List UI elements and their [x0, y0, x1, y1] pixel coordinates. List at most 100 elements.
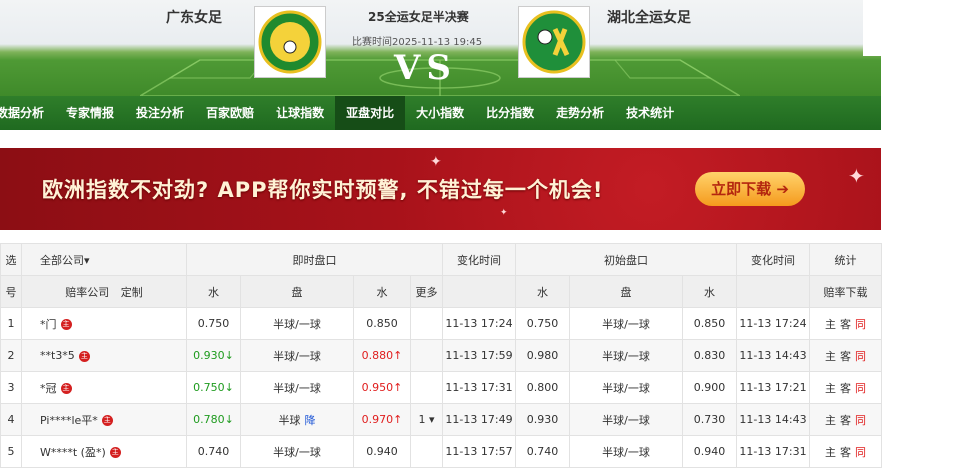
handicap-value: 半球 — [278, 413, 301, 427]
stat-home-link[interactable]: 主 — [825, 318, 836, 331]
live-away-water: 0.850 — [353, 307, 411, 340]
asian-odds-table: 选 全部公司▾ 即时盘口 变化时间 初始盘口 变化时间 统计 号 赔率公司 定制… — [0, 243, 882, 468]
live-handicap: 半球/一球 — [240, 435, 354, 468]
analysis-nav: 数据分析 专家情报 投注分析 百家欧赔 让球指数 亚盘对比 大小指数 比分指数 … — [0, 96, 881, 130]
stats-links: 主客同 — [809, 307, 882, 340]
initial-handicap: 半球/一球 — [569, 307, 683, 340]
stats-links: 主客同 — [809, 403, 882, 436]
stat-same-link[interactable]: 同 — [855, 446, 866, 459]
match-header: 广东女足 25全运女足半决赛 比赛时间2025-11-13 19:45 VS 湖… — [0, 0, 881, 96]
nav-over-under[interactable]: 大小指数 — [405, 96, 475, 130]
handicap-header: 盘 — [569, 275, 683, 308]
nav-euro-odds[interactable]: 百家欧赔 — [195, 96, 265, 130]
more-dropdown — [410, 307, 443, 340]
change-time-2: 11-13 14:43 — [736, 403, 810, 436]
stats-links: 主客同 — [809, 339, 882, 372]
away-team-name[interactable]: 湖北全运女足 — [607, 7, 691, 27]
stats-header: 统计 — [809, 243, 882, 276]
initial-away-water: 0.900 — [682, 371, 737, 404]
initial-home-water: 0.980 — [515, 339, 570, 372]
change-time-header-2: 变化时间 — [736, 243, 810, 276]
more-dropdown — [410, 435, 443, 468]
app-promo-banner[interactable]: ✦ ✦ ✦ 欧洲指数不对劲? APP帮你实时预警, 不错过每一个机会! 立即下载… — [0, 148, 881, 230]
live-handicap: 半球/一球 — [240, 339, 354, 372]
match-time: 比赛时间2025-11-13 19:45 — [352, 37, 483, 48]
live-handicap: 半球/一球 — [240, 307, 354, 340]
company-cell[interactable]: *冠主 — [21, 371, 187, 404]
stat-away-link[interactable]: 客 — [840, 318, 851, 331]
main-badge-icon: 主 — [78, 350, 90, 362]
change-time: 11-13 17:24 — [442, 307, 516, 340]
more-dropdown — [410, 371, 443, 404]
initial-away-water: 0.830 — [682, 339, 737, 372]
company-header: 赔率公司 定制 — [21, 275, 187, 308]
away-team-logo[interactable] — [518, 6, 590, 78]
table-row: 3 *冠主 0.750↓ 半球/一球 0.950↑ 11-13 17:31 0.800 半球/… — [0, 371, 882, 404]
company-cell[interactable]: *门主 — [21, 307, 187, 340]
stat-away-link[interactable]: 客 — [840, 350, 851, 363]
change-time-header: 变化时间 — [442, 243, 516, 276]
live-home-water: 0.740 — [186, 435, 241, 468]
change-time-2: 11-13 17:31 — [736, 435, 810, 468]
main-badge-icon: 主 — [60, 319, 72, 330]
nav-asian-compare[interactable]: 亚盘对比 — [335, 96, 406, 130]
nav-trend-analysis[interactable]: 走势分析 — [545, 96, 615, 130]
company-cell[interactable]: W****t (盈*) 主 — [21, 435, 187, 468]
water-header: 水 — [353, 275, 411, 308]
live-away-water: 0.940 — [353, 435, 411, 468]
download-odds-link[interactable]: 赔率下载 — [809, 275, 882, 308]
company-name[interactable]: Pi****le平* — [40, 414, 98, 427]
sparkle-icon: ✦ — [430, 154, 442, 170]
company-name[interactable]: *冠 — [40, 382, 57, 395]
handicap-value: 半球/一球 — [273, 349, 321, 363]
stat-same-link[interactable]: 同 — [855, 318, 866, 331]
nav-betting-analysis[interactable]: 投注分析 — [125, 96, 195, 130]
row-number: 3 — [0, 371, 22, 404]
stat-same-link[interactable]: 同 — [855, 382, 866, 395]
company-cell[interactable]: **t3*5 主 — [21, 339, 187, 372]
initial-away-water: 0.940 — [682, 435, 737, 468]
company-name[interactable]: W****t (盈*) — [40, 446, 106, 459]
stat-away-link[interactable]: 客 — [840, 414, 851, 427]
row-number: 2 — [0, 339, 22, 372]
company-cell[interactable]: Pi****le平* 主 — [21, 403, 187, 436]
stats-links: 主客同 — [809, 435, 882, 468]
live-handicap: 半球/一球 — [240, 371, 354, 404]
stat-home-link[interactable]: 主 — [825, 414, 836, 427]
change-time-2: 11-13 17:21 — [736, 371, 810, 404]
stat-home-link[interactable]: 主 — [825, 446, 836, 459]
stat-home-link[interactable]: 主 — [825, 350, 836, 363]
table-header-row: 选 全部公司▾ 即时盘口 变化时间 初始盘口 变化时间 统计 — [0, 243, 882, 276]
more-header: 更多 — [410, 275, 443, 308]
company-name[interactable]: **t3*5 — [40, 349, 75, 362]
custom-link[interactable]: 定制 — [121, 286, 143, 299]
nav-handicap-index[interactable]: 让球指数 — [265, 96, 335, 130]
company-filter[interactable]: 全部公司▾ — [21, 243, 187, 276]
home-team-name[interactable]: 广东女足 — [166, 7, 222, 27]
stat-same-link[interactable]: 同 — [855, 414, 866, 427]
initial-handicap: 半球/一球 — [569, 403, 683, 436]
company-name[interactable]: *门 — [40, 318, 57, 331]
initial-handicap: 半球/一球 — [569, 371, 683, 404]
home-team-logo[interactable] — [254, 6, 326, 78]
nav-data-analysis[interactable]: 数据分析 — [0, 96, 55, 130]
change-time: 11-13 17:31 — [442, 371, 516, 404]
stat-same-link[interactable]: 同 — [855, 350, 866, 363]
initial-away-water: 0.730 — [682, 403, 737, 436]
water-header: 水 — [186, 275, 241, 308]
banner-headline: 欧洲指数不对劲? APP帮你实时预警, 不错过每一个机会! — [42, 178, 604, 202]
sparkle-icon: ✦ — [848, 164, 865, 188]
more-dropdown[interactable]: 1 ▾ — [410, 403, 443, 436]
stat-away-link[interactable]: 客 — [840, 446, 851, 459]
nav-expert-info[interactable]: 专家情报 — [55, 96, 125, 130]
nav-tech-stats[interactable]: 技术统计 — [615, 96, 685, 130]
live-home-water: 0.750↓ — [186, 371, 241, 404]
stat-home-link[interactable]: 主 — [825, 382, 836, 395]
row-number: 4 — [0, 403, 22, 436]
stat-away-link[interactable]: 客 — [840, 382, 851, 395]
live-home-water: 0.750 — [186, 307, 241, 340]
table-row: 5 W****t (盈*) 主 0.740 半球/一球 0.940 11-13 17:57 0… — [0, 435, 882, 468]
download-button[interactable]: 立即下载 ➔ — [695, 172, 805, 206]
nav-score-index[interactable]: 比分指数 — [475, 96, 545, 130]
match-title: 25全运女足半决赛 — [368, 10, 469, 24]
